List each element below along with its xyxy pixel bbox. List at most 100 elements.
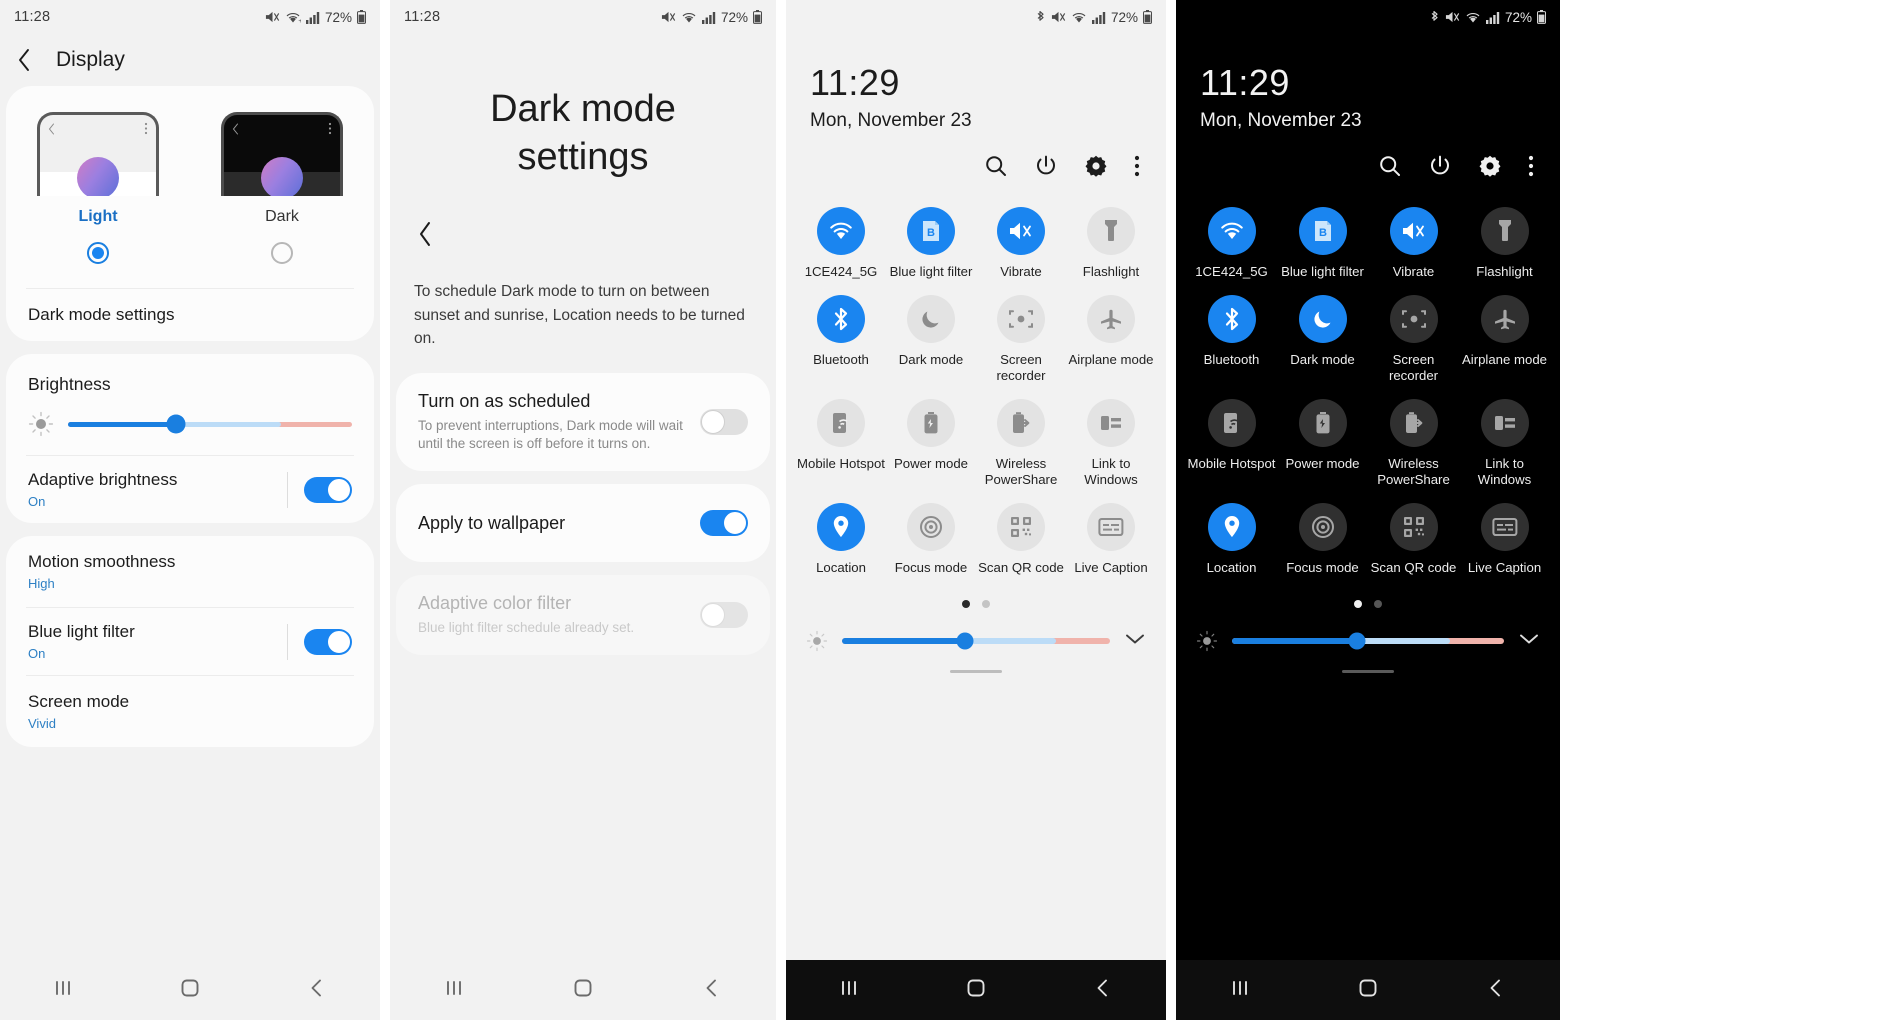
back-button[interactable]: [1485, 977, 1507, 1004]
recents-button[interactable]: [1229, 977, 1251, 1004]
adaptive-brightness-row[interactable]: Adaptive brightness On: [6, 456, 374, 523]
power-button[interactable]: [1428, 154, 1452, 183]
drag-handle[interactable]: [1342, 670, 1394, 673]
theme-option-dark[interactable]: Dark: [190, 112, 374, 264]
tile-live-caption[interactable]: Live Caption: [1459, 502, 1550, 577]
apply-to-wallpaper-toggle[interactable]: [700, 510, 748, 537]
expand-brightness-button[interactable]: [1124, 632, 1146, 651]
settings-button[interactable]: [1478, 154, 1502, 183]
home-button[interactable]: [965, 977, 987, 1004]
tile-power-mode[interactable]: Power mode: [886, 398, 976, 489]
tile-blue-light-filter[interactable]: B Blue light filter: [886, 207, 976, 281]
slider-track[interactable]: [842, 632, 1110, 650]
more-options-button[interactable]: [1528, 154, 1534, 183]
slider-track[interactable]: [68, 414, 352, 434]
home-button[interactable]: [572, 977, 594, 1004]
location-icon: [833, 515, 849, 537]
power-button[interactable]: [1034, 154, 1058, 183]
page-dot-active[interactable]: [962, 600, 970, 608]
home-button[interactable]: [179, 977, 201, 1004]
expand-brightness-button[interactable]: [1518, 632, 1540, 651]
tile-screen-recorder[interactable]: Screen recorder: [1368, 294, 1459, 385]
adaptive-brightness-toggle[interactable]: [304, 476, 352, 503]
light-radio[interactable]: [87, 242, 109, 264]
brightness-slider[interactable]: [6, 395, 374, 455]
quick-brightness-slider[interactable]: [1176, 608, 1560, 652]
back-button[interactable]: [1092, 977, 1114, 1004]
apply-to-wallpaper-row[interactable]: Apply to wallpaper: [396, 484, 770, 563]
tile-label: Wireless PowerShare: [984, 455, 1058, 488]
tile-scan-qr-code[interactable]: Scan QR code: [976, 502, 1066, 577]
tile-dark-mode[interactable]: Dark mode: [886, 294, 976, 385]
preview-bubble: [261, 157, 303, 196]
theme-option-light[interactable]: Light: [6, 112, 190, 264]
back-icon: [311, 979, 321, 996]
tile-label: Vibrate: [1000, 264, 1042, 279]
tile-location[interactable]: Location: [796, 502, 886, 577]
search-icon: [986, 156, 1006, 176]
tile-link-to-windows[interactable]: Link to Windows: [1459, 398, 1550, 489]
toggle-knob: [723, 511, 747, 536]
tile-scan-qr-code[interactable]: Scan QR code: [1368, 502, 1459, 577]
tile-bluetooth[interactable]: Bluetooth: [1186, 294, 1277, 385]
blue-light-filter-toggle[interactable]: [304, 628, 352, 655]
dark-mode-settings-row[interactable]: Dark mode settings: [6, 289, 374, 341]
quick-brightness-slider[interactable]: [786, 608, 1166, 652]
tile-flashlight[interactable]: Flashlight: [1066, 207, 1156, 281]
search-icon: [1380, 156, 1400, 176]
recents-button[interactable]: [838, 977, 860, 1004]
back-button[interactable]: [701, 977, 723, 1004]
svg-text:+: +: [298, 17, 301, 23]
tile-location[interactable]: Location: [1186, 502, 1277, 577]
tile-mobile-hotspot[interactable]: Mobile Hotspot: [796, 398, 886, 489]
brightness-icon: [806, 630, 828, 652]
tile-link-to-windows[interactable]: Link to Windows: [1066, 398, 1156, 489]
search-button[interactable]: [984, 154, 1008, 183]
recents-button[interactable]: [52, 977, 74, 1004]
blue-light-filter-row[interactable]: Blue light filter On: [6, 608, 374, 675]
page-dot[interactable]: [982, 600, 990, 608]
settings-button[interactable]: [1084, 154, 1108, 183]
wifi-icon: [830, 222, 852, 239]
tile-vibrate[interactable]: Vibrate: [976, 207, 1066, 281]
tile-focus-mode[interactable]: Focus mode: [1277, 502, 1368, 577]
tile-wifi[interactable]: 1CE424_5G: [796, 207, 886, 281]
search-button[interactable]: [1378, 154, 1402, 183]
tile-mobile-hotspot[interactable]: Mobile Hotspot: [1186, 398, 1277, 489]
back-button[interactable]: [390, 181, 776, 254]
home-button[interactable]: [1357, 977, 1379, 1004]
tile-wireless-powershare[interactable]: Wireless PowerShare: [976, 398, 1066, 489]
tile-wireless-powershare[interactable]: Wireless PowerShare: [1368, 398, 1459, 489]
slider-knob[interactable]: [166, 414, 186, 434]
turn-on-as-scheduled-toggle[interactable]: [700, 408, 748, 435]
tile-blue-light-filter[interactable]: B Blue light filter: [1277, 207, 1368, 281]
more-options-button[interactable]: [1134, 154, 1140, 183]
tile-airplane-mode[interactable]: Airplane mode: [1066, 294, 1156, 385]
page-dot-active[interactable]: [1354, 600, 1362, 608]
tile-dark-mode[interactable]: Dark mode: [1277, 294, 1368, 385]
tile-airplane-mode[interactable]: Airplane mode: [1459, 294, 1550, 385]
dark-radio[interactable]: [271, 242, 293, 264]
tile-wifi[interactable]: 1CE424_5G: [1186, 207, 1277, 281]
tile-circle: [1389, 207, 1438, 255]
tile-vibrate[interactable]: Vibrate: [1368, 207, 1459, 281]
slider-knob[interactable]: [1348, 632, 1366, 650]
turn-on-as-scheduled-row[interactable]: Turn on as scheduled To prevent interrup…: [396, 372, 770, 472]
back-button[interactable]: [16, 47, 50, 73]
tile-bluetooth[interactable]: Bluetooth: [796, 294, 886, 385]
back-button[interactable]: [306, 977, 328, 1004]
row-text: Adaptive color filter Blue light filter …: [418, 593, 700, 637]
tile-focus-mode[interactable]: Focus mode: [886, 502, 976, 577]
drag-handle[interactable]: [950, 670, 1002, 673]
tile-screen-recorder[interactable]: Screen recorder: [976, 294, 1066, 385]
recents-button[interactable]: [443, 977, 465, 1004]
motion-smoothness-row[interactable]: Motion smoothness High: [6, 536, 374, 607]
tile-live-caption[interactable]: Live Caption: [1066, 502, 1156, 577]
slider-track[interactable]: [1232, 632, 1504, 650]
screen-mode-row[interactable]: Screen mode Vivid: [6, 676, 374, 747]
page-dot[interactable]: [1374, 600, 1382, 608]
slider-knob[interactable]: [956, 632, 974, 650]
tile-power-mode[interactable]: Power mode: [1277, 398, 1368, 489]
tile-flashlight[interactable]: Flashlight: [1459, 207, 1550, 281]
bluetooth-icon: [834, 307, 848, 330]
